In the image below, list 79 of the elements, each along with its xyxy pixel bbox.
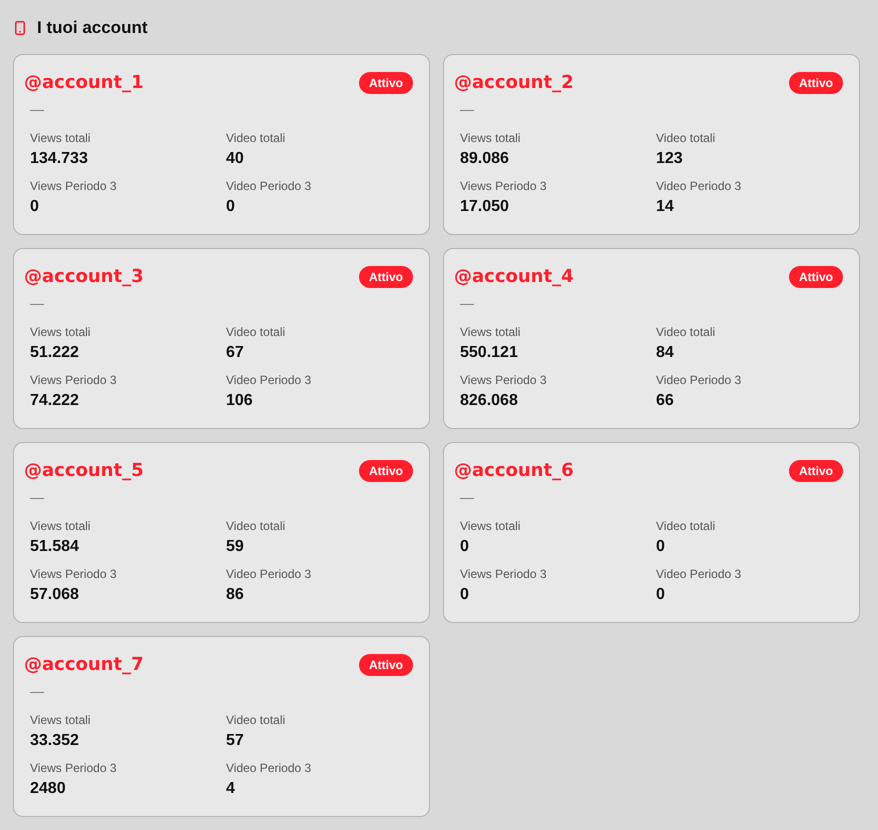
stat-value: 86 [226,585,244,605]
stat-value: 17.050 [460,197,509,217]
status-badge: Attivo [359,460,413,482]
stat-label: Views totali [30,712,90,728]
phone-icon [15,21,25,35]
stat-label: Video Periodo 3 [226,178,312,194]
account-handle: @account_2 [454,71,574,95]
stat-label: Video totali [656,518,716,534]
account-handle: @account_6 [454,459,574,483]
stat-label: Views Periodo 3 [30,372,116,388]
stat-label: Video totali [226,130,286,146]
account-handle: @account_5 [24,459,144,483]
account-subtitle: — [30,294,44,313]
stat-label: Video Periodo 3 [226,372,312,388]
stat-label: Video Periodo 3 [656,566,742,582]
stat-label: Views Periodo 3 [460,566,546,582]
stat-value: 106 [226,391,253,411]
account-handle: @account_1 [24,71,144,95]
stat-label: Video totali [226,518,286,534]
stat-label: Views totali [30,324,90,340]
stat-value: 2480 [30,779,66,799]
stat-value: 66 [656,391,674,411]
stat-value: 4 [226,779,235,799]
stat-value: 67 [226,343,244,363]
status-badge: Attivo [789,266,843,288]
stat-value: 33.352 [30,731,79,751]
status-badge: Attivo [789,72,843,94]
account-handle: @account_3 [24,265,144,289]
stat-label: Views totali [460,324,520,340]
stat-label: Views Periodo 3 [30,760,116,776]
stat-label: Video totali [656,324,716,340]
account-subtitle: — [460,100,474,119]
stat-label: Video totali [226,712,286,728]
stat-value: 89.086 [460,149,509,169]
stat-label: Views totali [460,518,520,534]
stat-label: Views totali [460,130,520,146]
stat-label: Video Periodo 3 [656,372,742,388]
stat-value: 826.068 [460,391,518,411]
stat-value: 0 [460,585,469,605]
stat-value: 51.584 [30,537,79,557]
stat-value: 57.068 [30,585,79,605]
stat-value: 57 [226,731,244,751]
account-handle: @account_4 [454,265,574,289]
stat-label: Video Periodo 3 [656,178,742,194]
stat-value: 0 [30,197,39,217]
stat-value: 123 [656,149,683,169]
stat-value: 0 [460,537,469,557]
stat-label: Views Periodo 3 [30,178,116,194]
stat-label: Video totali [226,324,286,340]
status-badge: Attivo [789,460,843,482]
section-title: I tuoi account [37,17,148,39]
account-subtitle: — [460,294,474,313]
status-badge: Attivo [359,266,413,288]
stat-value: 0 [226,197,235,217]
stat-value: 84 [656,343,674,363]
stat-value: 74.222 [30,391,79,411]
stat-label: Video totali [656,130,716,146]
stat-value: 14 [656,197,674,217]
account-subtitle: — [30,100,44,119]
stat-label: Views Periodo 3 [30,566,116,582]
account-subtitle: — [460,488,474,507]
status-badge: Attivo [359,72,413,94]
stat-value: 0 [656,585,665,605]
stat-label: Video Periodo 3 [226,566,312,582]
account-subtitle: — [30,488,44,507]
status-badge: Attivo [359,654,413,676]
stat-value: 0 [656,537,665,557]
stat-value: 51.222 [30,343,79,363]
stat-label: Views Periodo 3 [460,178,546,194]
stat-value: 59 [226,537,244,557]
account-subtitle: — [30,682,44,701]
account-handle: @account_7 [24,653,144,677]
stat-label: Views totali [30,518,90,534]
stat-label: Views Periodo 3 [460,372,546,388]
stat-label: Video Periodo 3 [226,760,312,776]
stat-label: Views totali [30,130,90,146]
stat-value: 550.121 [460,343,518,363]
stat-value: 40 [226,149,244,169]
stat-value: 134.733 [30,149,88,169]
